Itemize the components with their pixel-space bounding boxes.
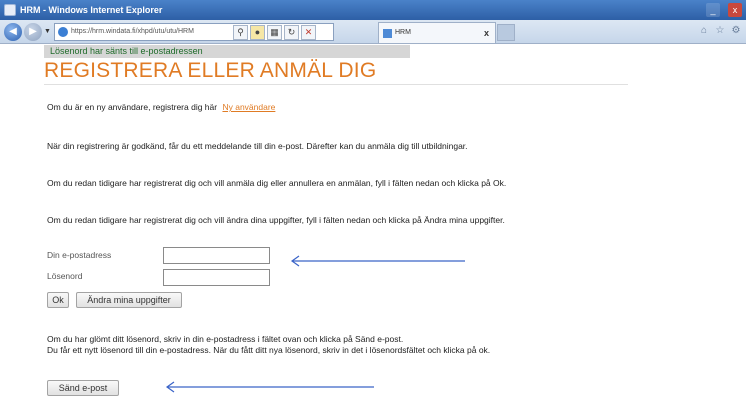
forgot-password-line2: Du får ett nytt lösenord till din e-post… (47, 345, 491, 355)
close-window-button[interactable]: x (728, 3, 742, 17)
new-user-link[interactable]: Ny användare (222, 102, 275, 112)
send-pointer-arrow-icon (165, 381, 374, 393)
forgot-password-line1: Om du har glömt ditt lösenord, skriv in … (47, 334, 404, 344)
minimize-button[interactable]: _ (706, 3, 720, 17)
address-tools: ⚲ ● ▦ ↻ ✕ (233, 25, 316, 41)
lock-icon[interactable]: ● (250, 25, 265, 40)
compatibility-view-icon[interactable]: ▦ (267, 25, 282, 40)
page-title: REGISTRERA ELLER ANMÄL DIG (44, 59, 377, 82)
stop-icon[interactable]: ✕ (301, 25, 316, 40)
tab-hrm[interactable]: HRM x (378, 22, 496, 43)
browser-toolbar-icons: ⌂ ☆ ⚙ (698, 25, 742, 37)
email-field[interactable] (163, 247, 270, 264)
tab-close-button[interactable]: x (484, 23, 489, 43)
email-label: Din e-postadress (47, 250, 112, 260)
approval-paragraph: När din registrering är godkänd, får du … (47, 141, 468, 151)
home-icon[interactable]: ⌂ (698, 25, 710, 37)
email-pointer-arrow-icon (290, 255, 465, 267)
status-message: Lösenord har sänts till e-postadressen (44, 45, 410, 58)
navigation-bar: ◀ ▶ ▼ https://hrm.windata.fi/xhpd/utu/ut… (0, 20, 746, 44)
password-field[interactable] (163, 269, 270, 286)
tab-title: HRM (395, 29, 411, 36)
new-user-paragraph: Om du är en ny användare, registrera dig… (47, 102, 275, 112)
password-label: Lösenord (47, 271, 83, 281)
title-divider (44, 84, 628, 85)
new-user-text: Om du är en ny användare, registrera dig… (47, 102, 218, 112)
window-title: HRM - Windows Internet Explorer (20, 5, 163, 15)
address-input[interactable]: https://hrm.windata.fi/xhpd/utu/utu/HRM (71, 24, 241, 40)
search-icon[interactable]: ⚲ (233, 25, 248, 40)
ie-app-icon (4, 4, 16, 16)
gear-icon[interactable]: ⚙ (730, 25, 742, 37)
change-paragraph: Om du redan tidigare har registrerat dig… (47, 215, 505, 225)
ok-button[interactable]: Ok (47, 292, 69, 308)
change-details-button[interactable]: Ändra mina uppgifter (76, 292, 182, 308)
refresh-icon[interactable]: ↻ (284, 25, 299, 40)
back-arrow-icon[interactable]: ◀ (4, 23, 22, 41)
tab-favicon-icon (383, 29, 392, 38)
forward-arrow-icon[interactable]: ▶ (24, 23, 42, 41)
new-tab-button[interactable] (497, 24, 515, 41)
send-email-button[interactable]: Sänd e-post (47, 380, 119, 396)
address-bar[interactable]: https://hrm.windata.fi/xhpd/utu/utu/HRM … (54, 23, 334, 41)
history-dropdown-icon[interactable]: ▼ (44, 28, 51, 35)
window-title-bar: HRM - Windows Internet Explorer _ x (0, 0, 746, 20)
favorites-star-icon[interactable]: ☆ (714, 25, 726, 37)
enroll-paragraph: Om du redan tidigare har registrerat dig… (47, 178, 507, 188)
site-favicon-icon (58, 27, 68, 37)
